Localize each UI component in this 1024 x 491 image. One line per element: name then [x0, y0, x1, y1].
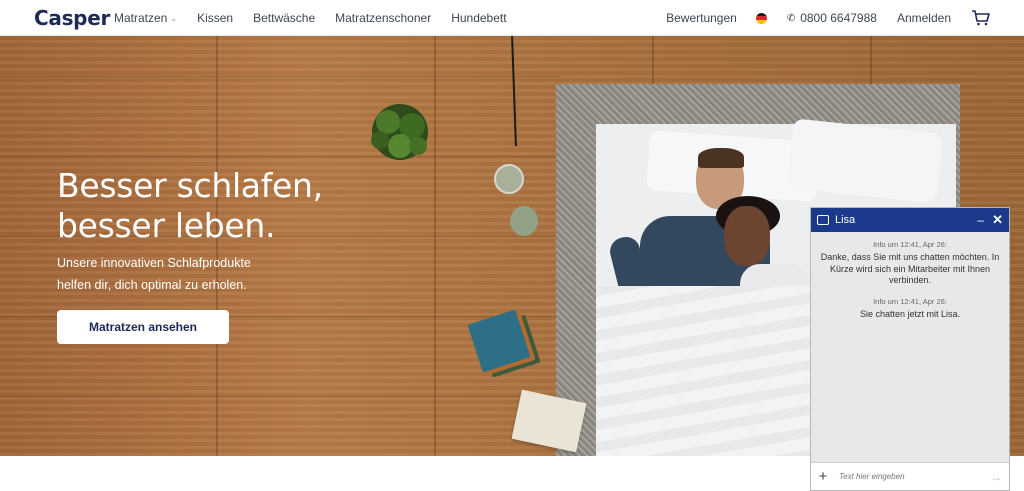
plus-icon[interactable]: +	[811, 468, 835, 485]
hero-subtitle: Unsere innovativen Schlafprodukte helfen…	[57, 252, 251, 296]
chat-message-input[interactable]	[835, 472, 983, 481]
person-head-image	[724, 206, 770, 266]
message-meta: Info um 12:41, Apr 26:	[873, 240, 947, 249]
nav-item-hundebett[interactable]: Hundebett	[451, 11, 506, 25]
nav-item-matratzen[interactable]: Matratzen ⌄	[114, 11, 177, 25]
floor-board-line	[0, 396, 560, 397]
floor-board-line	[0, 156, 560, 157]
utility-nav: Bewertungen ✆ 0800 6647988 Anmelden	[666, 0, 1024, 36]
lamp-image	[510, 206, 538, 236]
nav-label: Matratzen	[114, 11, 168, 25]
phone-icon: ✆	[786, 12, 796, 24]
nav-label: Bettwäsche	[253, 11, 316, 25]
hero-title-line: besser leben.	[57, 206, 276, 245]
plant-image	[371, 104, 428, 160]
nav-item-matratzenschoner[interactable]: Matratzenschoner	[335, 11, 431, 25]
nav-label: Kissen	[197, 11, 234, 25]
germany-flag-icon[interactable]	[755, 12, 767, 24]
chat-bubble-icon	[817, 215, 829, 225]
phone-link[interactable]: ✆ 0800 6647988	[787, 11, 877, 25]
nav-label: Matratzenschoner	[335, 11, 432, 25]
lamp-cord-image	[511, 36, 517, 147]
nav-label: Hundebett	[451, 11, 507, 25]
phone-number: 0800 6647988	[800, 11, 877, 25]
shop-mattresses-button[interactable]: Matratzen ansehen	[57, 310, 229, 344]
message-text: Sie chatten jetzt mit Lisa.	[859, 308, 961, 319]
floor-board-line	[0, 76, 560, 77]
message-text: Danke, dass Sie mit uns chatten möchten.…	[820, 252, 1000, 285]
person-hair-image	[698, 148, 744, 168]
site-header: Casper Matratzen ⌄ Kissen Bettwäsche Mat…	[0, 0, 1024, 36]
hero-title-line: Besser schlafen,	[57, 166, 323, 205]
hero-subtitle-line: Unsere innovativen Schlafprodukte	[57, 256, 251, 270]
casper-logo[interactable]: Casper	[34, 6, 110, 30]
chevron-down-icon: ⌄	[170, 13, 178, 23]
close-icon[interactable]: ✕	[992, 213, 1003, 226]
chat-input-bar: + →	[811, 462, 1009, 490]
login-link[interactable]: Anmelden	[897, 11, 951, 25]
chat-agent-name: Lisa	[835, 214, 856, 226]
main-nav: Matratzen ⌄ Kissen Bettwäsche Matratzens…	[114, 0, 527, 36]
message-meta: Info um 12:41, Apr 26:	[873, 296, 947, 306]
chat-widget: Lisa – ✕ Info um 12:41, Apr 26: Danke, d…	[810, 207, 1010, 491]
send-arrow-icon[interactable]: →	[983, 470, 1009, 484]
chat-messages: Info um 12:41, Apr 26: Danke, dass Sie m…	[811, 232, 1009, 462]
hero-subtitle-line: helfen dir, dich optimal zu erholen.	[57, 278, 247, 292]
minimize-icon[interactable]: –	[977, 214, 984, 226]
books-image	[467, 309, 531, 373]
cart-icon[interactable]	[971, 10, 991, 26]
reviews-link[interactable]: Bewertungen	[666, 11, 737, 25]
hero-title: Besser schlafen, besser leben.	[57, 166, 323, 246]
chat-header[interactable]: Lisa – ✕	[811, 208, 1009, 232]
lamp-image	[494, 164, 524, 194]
nav-item-kissen[interactable]: Kissen	[197, 11, 233, 25]
nav-item-bettwaesche[interactable]: Bettwäsche	[253, 11, 315, 25]
